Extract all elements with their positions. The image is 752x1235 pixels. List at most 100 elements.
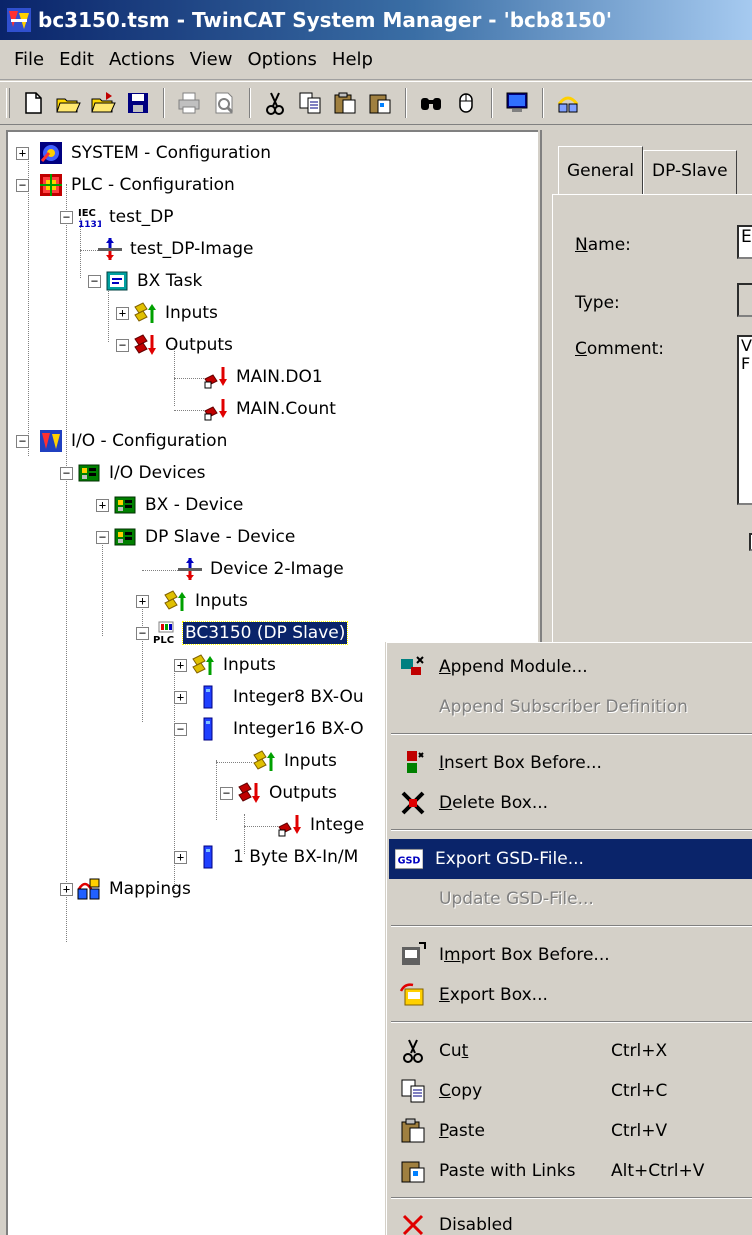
tree-node-label: 1 Byte BX-In/M (233, 847, 359, 867)
save-icon (128, 93, 148, 113)
collapse-icon[interactable]: − (60, 466, 73, 480)
menu-item-export-gsd[interactable]: GSD Export GSD-File... (389, 839, 752, 879)
tree-node-integer8[interactable]: + Integer8 BX-Ou (174, 682, 366, 712)
menu-item-cut[interactable]: Cut Ctrl+X (389, 1031, 752, 1071)
menu-item-import-box[interactable]: Import Box Before... (389, 935, 752, 975)
tree-node-plc-config[interactable]: − PLC - Configuration (16, 170, 237, 200)
collapse-icon[interactable]: − (96, 530, 109, 544)
tree-node-inputs[interactable]: + Inputs (116, 298, 220, 328)
network-button[interactable] (551, 86, 585, 120)
menu-item-append-subscriber[interactable]: Append Subscriber Definition (389, 687, 752, 727)
expand-icon[interactable]: + (96, 498, 109, 512)
expand-icon[interactable]: + (136, 594, 149, 608)
menu-help[interactable]: Help (326, 49, 382, 70)
menu-item-label: Update GSD-File... (439, 889, 594, 909)
menu-edit[interactable]: Edit (53, 49, 103, 70)
tree-node-io-config[interactable]: − I/O - Configuration (16, 426, 229, 456)
menu-item-delete-box[interactable]: Delete Box... (389, 783, 752, 823)
expand-icon[interactable]: + (60, 882, 73, 896)
tree-node-io-devices[interactable]: − I/O Devices (60, 458, 208, 488)
expand-icon[interactable]: + (16, 146, 29, 160)
menu-item-append-module[interactable]: Append Module... (389, 647, 752, 687)
tree-node-intege[interactable]: Intege (278, 810, 366, 840)
tree-node-inputs[interactable]: + Inputs (174, 650, 278, 680)
paste-icon (334, 92, 356, 114)
tree-node-system[interactable]: + SYSTEM - Configuration (16, 138, 273, 168)
tree-node-label: Inputs (223, 655, 276, 675)
tree-node-label: BX Task (137, 271, 203, 291)
expand-icon[interactable]: + (174, 690, 187, 704)
menu-item-copy[interactable]: Copy Ctrl+C (389, 1071, 752, 1111)
context-menu: Append Module... Append Subscriber Defin… (386, 642, 752, 1235)
menu-actions[interactable]: Actions (103, 49, 184, 70)
mouse-icon (459, 93, 473, 113)
expand-icon[interactable]: + (116, 306, 129, 320)
tree-node-bx-task[interactable]: − BX Task (88, 266, 204, 296)
tree-node-main-count[interactable]: MAIN.Count (204, 394, 338, 424)
menu-item-paste[interactable]: Paste Ctrl+V (389, 1111, 752, 1151)
tree-node-inputs[interactable]: + Inputs (136, 586, 250, 616)
variable-out-icon (278, 815, 301, 837)
menu-view[interactable]: View (184, 49, 242, 70)
tree-node-test-dp-image[interactable]: test_DP-Image (98, 234, 256, 264)
menu-options[interactable]: Options (241, 49, 325, 70)
print-preview-button[interactable] (207, 86, 241, 120)
title-bar[interactable]: bc3150.tsm - TwinCAT System Manager - 'b… (0, 0, 752, 40)
save-button[interactable] (121, 86, 155, 120)
toolbar-grip[interactable] (6, 88, 10, 118)
tree-node-integer16[interactable]: − Integer16 BX-O (174, 714, 366, 744)
tree-node-device-2-image[interactable]: Device 2-Image (178, 554, 346, 584)
print-button[interactable] (172, 86, 206, 120)
paste-links-button[interactable] (363, 86, 397, 120)
tree-node-outputs[interactable]: − Outputs (220, 778, 339, 808)
collapse-icon[interactable]: − (60, 210, 73, 224)
menu-item-shortcut: Alt+Ctrl+V (611, 1161, 705, 1181)
name-field[interactable]: E (737, 225, 752, 259)
collapse-icon[interactable]: − (116, 338, 129, 352)
collapse-icon[interactable]: − (136, 626, 149, 640)
tree-node-bx-device[interactable]: + BX - Device (96, 490, 245, 520)
expand-icon[interactable]: + (174, 850, 187, 864)
collapse-icon[interactable]: − (88, 274, 101, 288)
tree-node-main-do1[interactable]: MAIN.DO1 (204, 362, 325, 392)
tree-node-bc3150[interactable]: − PLC BC3150 (DP Slave) (136, 618, 349, 648)
tree-node-outputs[interactable]: − Outputs (116, 330, 235, 360)
menu-item-export-box[interactable]: Export Box... (389, 975, 752, 1015)
comment-line: F (741, 354, 751, 373)
new-button[interactable] (16, 86, 50, 120)
tree-node-mappings[interactable]: + Mappings (60, 874, 193, 904)
open-button[interactable] (51, 86, 85, 120)
tree-node-label: Integer16 BX-O (233, 719, 364, 739)
menu-item-insert-box[interactable]: Insert Box Before... (389, 743, 752, 783)
tree-node-inputs[interactable]: Inputs (252, 746, 339, 776)
open-folder-button[interactable] (86, 86, 120, 120)
tree-node-label: PLC - Configuration (71, 175, 235, 195)
comment-field[interactable]: V F (737, 335, 752, 505)
menu-item-paste-links[interactable]: Paste with Links Alt+Ctrl+V (389, 1151, 752, 1191)
tab-general[interactable]: General (558, 146, 643, 194)
monitor-button[interactable] (500, 86, 534, 120)
collapse-icon[interactable]: − (220, 786, 233, 800)
tree-line (216, 762, 252, 763)
tree-node-label: MAIN.Count (236, 399, 336, 419)
collapse-icon[interactable]: − (16, 434, 29, 448)
collapse-icon[interactable]: − (16, 178, 29, 192)
expand-icon[interactable]: + (174, 658, 187, 672)
paste-button[interactable] (328, 86, 362, 120)
mouse-button[interactable] (449, 86, 483, 120)
tab-dp-slave[interactable]: DP-Slave (643, 150, 737, 194)
append-module-icon (401, 656, 424, 675)
menu-file[interactable]: File (8, 49, 53, 70)
find-button[interactable] (414, 86, 448, 120)
copy-button[interactable] (293, 86, 327, 120)
twincat-app-icon[interactable] (6, 7, 32, 33)
monitor-icon (506, 92, 528, 112)
menu-item-disabled[interactable]: Disabled (389, 1205, 752, 1235)
tree-node-test-dp[interactable]: − IEC 1131 test_DP (60, 202, 176, 232)
tree-node-dp-slave-device[interactable]: − DP Slave - Device (96, 522, 297, 552)
open-folder-icon (91, 92, 116, 113)
menu-item-update-gsd[interactable]: Update GSD-File... (389, 879, 752, 919)
tree-node-1-byte[interactable]: + 1 Byte BX-In/M (174, 842, 360, 872)
collapse-icon[interactable]: − (174, 722, 187, 736)
cut-button[interactable] (258, 86, 292, 120)
